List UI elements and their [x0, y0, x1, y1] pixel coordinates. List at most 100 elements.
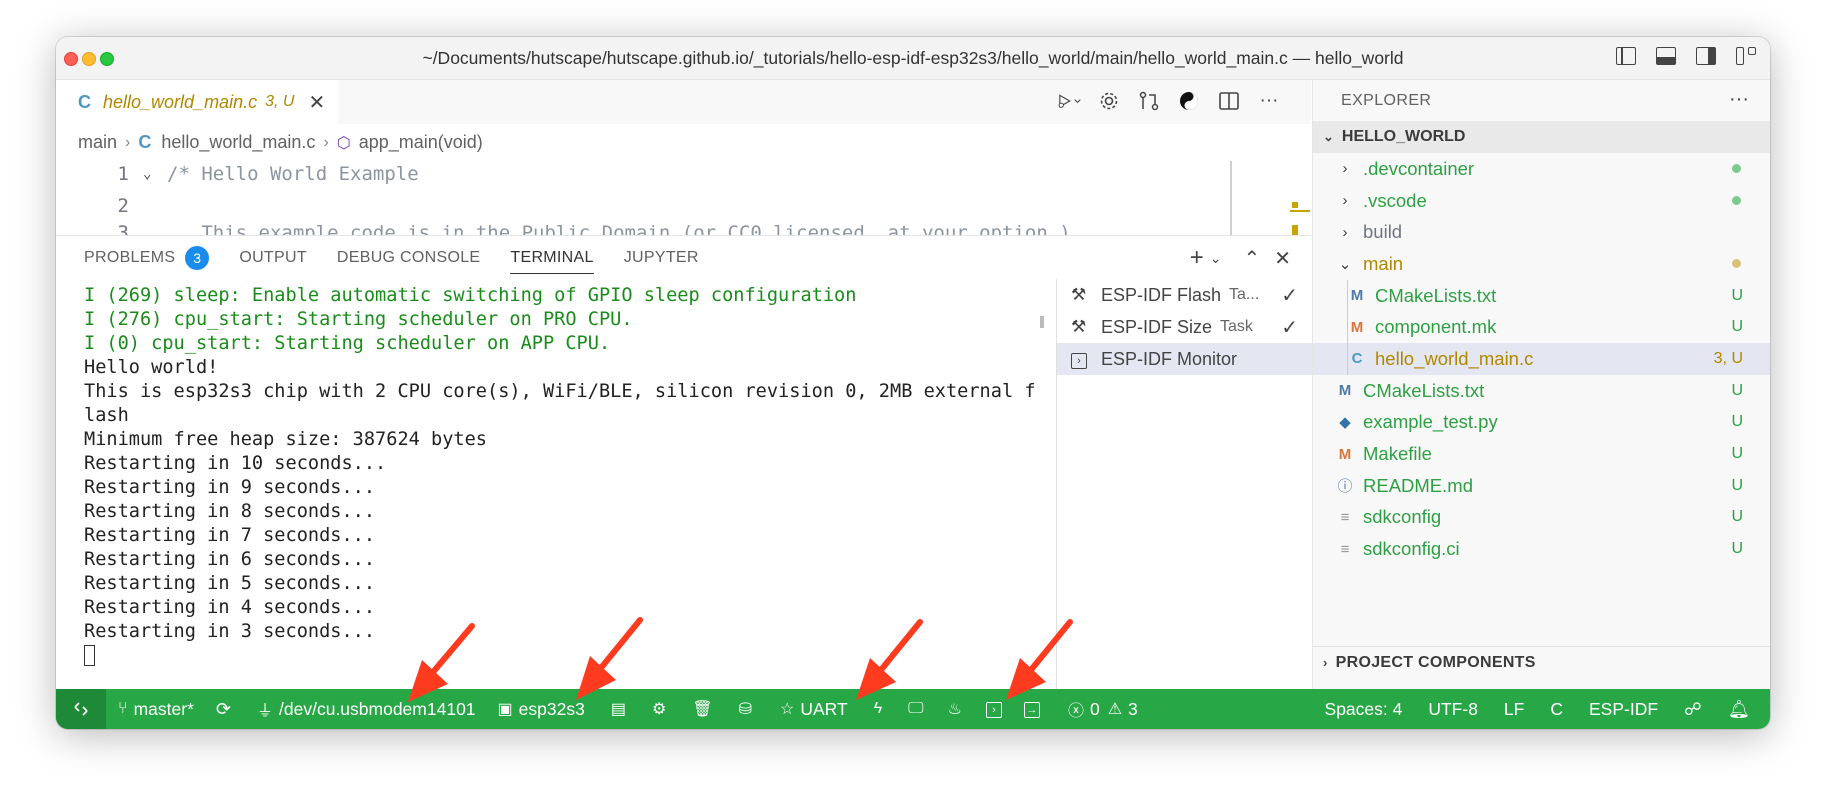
- file-tree: › .devcontainer › .vscode › build ⌄ main…: [1313, 153, 1770, 565]
- branch-name: master*: [133, 698, 194, 719]
- line-number: 1: [117, 163, 129, 185]
- line-number: 3: [117, 222, 129, 235]
- flame-icon: ♨: [947, 701, 962, 718]
- maximize-panel-icon[interactable]: ⌃: [1243, 246, 1260, 271]
- new-terminal-icon[interactable]: +: [1190, 244, 1204, 272]
- breadcrumb-file[interactable]: hello_world_main.c: [161, 132, 315, 153]
- tree-item-readme[interactable]: ⓘ README.md U: [1313, 470, 1770, 502]
- theme-toggle-icon[interactable]: [1177, 89, 1201, 113]
- tree-item-cmakelists[interactable]: M CMakeLists.txt U: [1313, 375, 1770, 407]
- section-label: PROJECT COMPONENTS: [1335, 653, 1536, 671]
- close-icon[interactable]: ✕: [308, 90, 325, 115]
- git-status-dot: [1732, 196, 1741, 206]
- window-title: ~/Documents/hutscape/hutscape.github.io/…: [422, 48, 1404, 68]
- build-flash-monitor-button[interactable]: ♨: [948, 699, 968, 719]
- menuconfig-button[interactable]: ⚙: [652, 699, 672, 719]
- project-components-section[interactable]: › PROJECT COMPONENTS: [1313, 646, 1770, 678]
- run-debug-icon[interactable]: [1057, 89, 1081, 113]
- toggle-primary-sidebar-icon[interactable]: [1616, 47, 1636, 65]
- terminal-icon: ›: [1071, 349, 1093, 369]
- tree-item-label: hello_world_main.c: [1375, 347, 1534, 369]
- tab-output[interactable]: OUTPUT: [239, 236, 307, 280]
- tree-item-makefile[interactable]: M Makefile U: [1313, 438, 1770, 470]
- panel-tabs: PROBLEMS 3 OUTPUT DEBUG CONSOLE TERMINAL …: [84, 236, 699, 280]
- bell-icon[interactable]: 🔔︎: [1728, 699, 1750, 720]
- tree-item-devcontainer[interactable]: › .devcontainer: [1313, 153, 1770, 185]
- toggle-secondary-sidebar-icon[interactable]: [1696, 47, 1716, 65]
- tree-item-build[interactable]: › build: [1313, 216, 1770, 248]
- tree-item-label: component.mk: [1375, 316, 1497, 338]
- workspace-section-header[interactable]: ⌄ HELLO_WORLD: [1313, 121, 1770, 153]
- breadcrumb-folder[interactable]: main: [78, 132, 117, 153]
- check-icon: ✓: [1281, 316, 1298, 339]
- fold-chevron-icon[interactable]: ⌄: [143, 166, 167, 182]
- sync-button[interactable]: ⟳: [216, 699, 237, 720]
- task-esp-idf-size[interactable]: ⚒ ESP-IDF Size Task ✓: [1057, 311, 1312, 343]
- git-status-dot: [1732, 164, 1741, 174]
- task-label: ESP-IDF Flash: [1101, 284, 1222, 305]
- problems-indicator[interactable]: ⓧ 0 ⚠ 3: [1068, 697, 1138, 721]
- code-line: 1 ⌄/* Hello World Example: [56, 158, 1236, 190]
- task-esp-idf-flash[interactable]: ⚒ ESP-IDF Flash Ta... ✓: [1057, 279, 1312, 311]
- chip-icon: ▣: [497, 701, 513, 718]
- warning-count: 3: [1128, 698, 1138, 719]
- tab-jupyter[interactable]: JUPYTER: [624, 236, 699, 280]
- compare-changes-icon[interactable]: [1137, 89, 1161, 113]
- tab-debug-console[interactable]: DEBUG CONSOLE: [337, 236, 481, 280]
- close-icon[interactable]: ✕: [1274, 246, 1291, 271]
- customize-layout-icon[interactable]: [1736, 47, 1756, 65]
- toggle-panel-icon[interactable]: [1656, 47, 1676, 65]
- tree-item-hello-world-main[interactable]: C hello_world_main.c 3, U: [1313, 343, 1770, 375]
- git-status: U: [1731, 286, 1743, 304]
- line-number: 2: [117, 195, 129, 217]
- flash-method-selector[interactable]: ☆ UART: [780, 699, 848, 720]
- terminal-output[interactable]: I (269) sleep: Enable automatic switchin…: [84, 284, 1084, 668]
- tree-item-vscode[interactable]: › .vscode: [1313, 185, 1770, 217]
- split-editor-icon[interactable]: [1217, 89, 1241, 113]
- tab-terminal[interactable]: TERMINAL: [510, 236, 595, 280]
- annotation-arrow: [1006, 619, 1073, 700]
- tab-label: hello_world_main.c: [103, 91, 258, 112]
- language-mode[interactable]: C: [1550, 699, 1563, 720]
- esp-idf-indicator[interactable]: ESP-IDF: [1589, 699, 1658, 720]
- gear-icon[interactable]: [1097, 89, 1121, 113]
- c-file-icon: C: [138, 132, 152, 152]
- terminal-line: lash: [84, 405, 129, 426]
- remote-indicator-icon[interactable]: [56, 689, 106, 729]
- tree-item-main-cmakelists[interactable]: M CMakeLists.txt U: [1313, 279, 1770, 312]
- indentation-indicator[interactable]: Spaces: 4: [1325, 699, 1403, 720]
- encoding-indicator[interactable]: UTF-8: [1428, 699, 1478, 720]
- terminal-scrollbar[interactable]: [1040, 316, 1044, 328]
- chevron-right-icon: ›: [125, 133, 131, 151]
- git-status: U: [1731, 318, 1743, 336]
- feedback-icon[interactable]: ☍: [1684, 699, 1702, 720]
- tab-label: OUTPUT: [239, 249, 307, 266]
- tree-item-main[interactable]: ⌄ main: [1313, 248, 1770, 280]
- chevron-down-icon[interactable]: ⌄: [1210, 250, 1222, 267]
- tree-item-label: sdkconfig.ci: [1363, 538, 1460, 560]
- cmake-file-icon: M: [1338, 382, 1352, 400]
- editor-tab-hello-world-main[interactable]: C hello_world_main.c 3, U ✕: [56, 80, 338, 124]
- code-line: 3 This example code is in the Public Dom…: [56, 222, 1236, 235]
- task-esp-idf-monitor[interactable]: › ESP-IDF Monitor: [1057, 343, 1312, 375]
- warning-icon: ⚠: [1107, 701, 1123, 718]
- tree-item-sdkconfig-ci[interactable]: ≡ sdkconfig.ci U: [1313, 533, 1770, 565]
- tree-item-label: example_test.py: [1363, 411, 1498, 433]
- more-actions-icon[interactable]: ···: [1729, 88, 1749, 111]
- breadcrumb-symbol[interactable]: app_main(void): [359, 132, 483, 153]
- terminal-line: Restarting in 9 seconds...: [84, 477, 376, 498]
- eol-indicator[interactable]: LF: [1504, 699, 1524, 720]
- full-clean-button[interactable]: 🗑︎: [692, 699, 718, 719]
- editor-tab-bar: C hello_world_main.c 3, U ✕ ···: [56, 80, 1311, 124]
- build-button[interactable]: ⛁: [739, 699, 758, 719]
- code-editor[interactable]: 1 ⌄/* Hello World Example 2 3 This exampl…: [56, 158, 1236, 235]
- tab-problem-badge: 3, U: [265, 93, 295, 110]
- tree-item-sdkconfig[interactable]: ≡ sdkconfig U: [1313, 502, 1770, 534]
- explorer-sidebar: EXPLORER ··· ⌄ HELLO_WORLD › .devcontain…: [1312, 80, 1770, 689]
- branch-indicator[interactable]: ⑂ master*: [118, 699, 194, 720]
- more-actions-icon[interactable]: ···: [1257, 89, 1281, 113]
- tree-item-component-mk[interactable]: M component.mk U: [1313, 311, 1770, 344]
- tree-item-example-test[interactable]: ◆ example_test.py U: [1313, 407, 1770, 439]
- tab-problems[interactable]: PROBLEMS 3: [84, 236, 210, 280]
- git-branch-icon: ⑂: [118, 700, 128, 717]
